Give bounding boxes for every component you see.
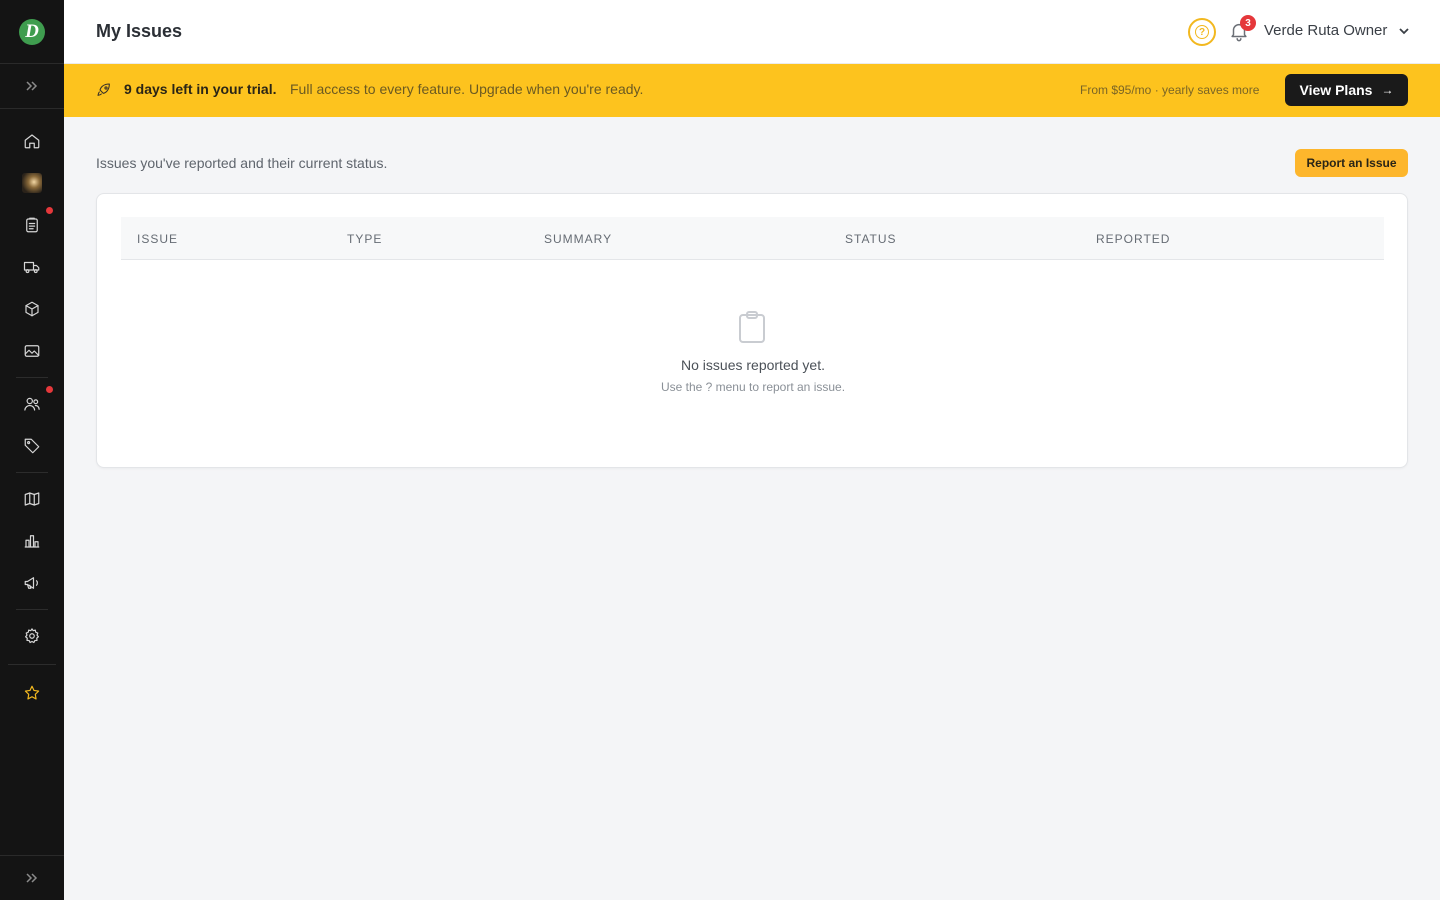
users-icon xyxy=(24,397,40,411)
view-plans-button[interactable]: View Plans → xyxy=(1285,74,1408,106)
user-menu[interactable]: Verde Ruta Owner xyxy=(1264,22,1411,39)
settings-icon xyxy=(25,628,39,644)
sidebar-item-workspace[interactable] xyxy=(12,165,52,201)
sidebar-item-favorites[interactable] xyxy=(12,675,52,711)
customers-notification-dot xyxy=(46,386,53,393)
tag-icon xyxy=(24,438,40,454)
sidebar-divider xyxy=(8,664,56,665)
page-subtitle: Issues you've reported and their current… xyxy=(96,155,388,171)
map-icon xyxy=(24,492,40,506)
column-header-summary[interactable]: SUMMARY xyxy=(544,232,612,246)
help-button[interactable]: ? xyxy=(1188,18,1216,46)
sidebar-item-analytics[interactable] xyxy=(12,523,52,559)
workspace-avatar xyxy=(22,173,42,193)
star-icon xyxy=(24,685,40,700)
sidebar-item-map[interactable] xyxy=(12,481,52,517)
arrow-right-icon: → xyxy=(1381,83,1394,97)
sidebar-item-marketing[interactable] xyxy=(12,565,52,601)
sidebar-item-media[interactable] xyxy=(12,333,52,369)
sidebar-divider xyxy=(16,472,48,473)
column-header-type[interactable]: TYPE xyxy=(347,232,382,246)
trial-banner: 9 days left in your trial. Full access t… xyxy=(64,64,1440,117)
bar-chart-icon xyxy=(24,535,40,548)
page-title: My Issues xyxy=(96,21,183,41)
sidebar-item-delivery[interactable] xyxy=(12,249,52,285)
sidebar-item-home[interactable] xyxy=(12,123,52,159)
trial-headline: 9 days left in your trial. xyxy=(124,81,277,97)
notifications-button[interactable]: 3 xyxy=(1228,15,1256,44)
expand-sidebar-button[interactable] xyxy=(0,64,64,109)
app-logo[interactable]: D xyxy=(0,0,64,64)
box-icon xyxy=(25,301,39,317)
issues-card: ISSUE TYPE SUMMARY STATUS REPORTED No is… xyxy=(96,193,1408,468)
clipboard-icon xyxy=(738,310,766,344)
notification-count-badge: 3 xyxy=(1240,15,1256,31)
empty-state-subtitle: Use the ? menu to report an issue. xyxy=(660,380,846,394)
column-header-reported[interactable]: REPORTED xyxy=(1096,232,1170,246)
trial-price-note: From $95/mo · yearly saves more xyxy=(1080,83,1260,97)
logo-mark: D xyxy=(19,18,45,45)
home-icon xyxy=(24,134,40,149)
column-header-issue[interactable]: ISSUE xyxy=(137,232,178,246)
truck-icon xyxy=(23,261,40,274)
sidebar: D xyxy=(0,0,64,900)
sidebar-divider xyxy=(16,609,48,610)
rocket-icon xyxy=(96,82,112,98)
top-bar: My Issues ? 3 Verde Ruta Owner xyxy=(64,0,1440,64)
orders-notification-dot xyxy=(46,207,53,214)
chevron-down-icon xyxy=(1399,27,1410,34)
help-icon: ? xyxy=(1195,25,1209,39)
sidebar-item-settings[interactable] xyxy=(12,618,52,654)
view-plans-label: View Plans xyxy=(1299,82,1373,98)
empty-state-title: No issues reported yet. xyxy=(681,357,825,373)
column-header-status[interactable]: STATUS xyxy=(845,232,897,246)
chevrons-right-icon xyxy=(26,81,38,91)
report-issue-button[interactable]: Report an Issue xyxy=(1295,149,1408,177)
sidebar-item-tags[interactable] xyxy=(12,428,52,464)
clipboard-list-icon xyxy=(26,217,38,233)
user-name: Verde Ruta Owner xyxy=(1264,22,1388,39)
sidebar-item-products[interactable] xyxy=(12,291,52,327)
expand-sidebar-bottom-button[interactable] xyxy=(0,855,64,900)
chevrons-right-icon xyxy=(26,873,38,883)
sidebar-divider xyxy=(16,377,48,378)
table-header: ISSUE TYPE SUMMARY STATUS REPORTED xyxy=(121,217,1384,260)
megaphone-icon xyxy=(24,577,38,589)
trial-message: Full access to every feature. Upgrade wh… xyxy=(290,81,644,97)
image-icon xyxy=(24,345,40,357)
